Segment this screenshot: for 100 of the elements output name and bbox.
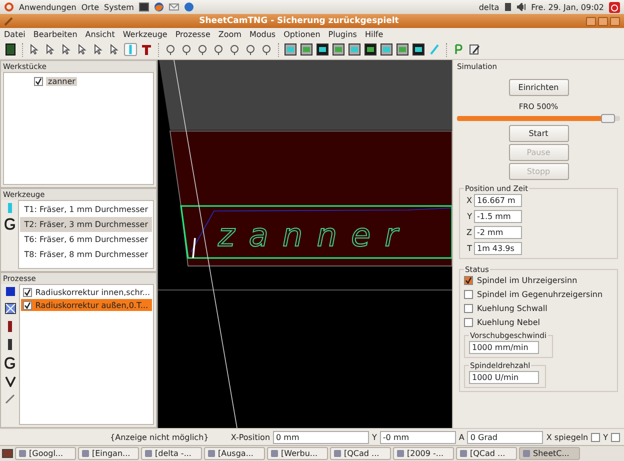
app-icon (334, 450, 341, 457)
position-field[interactable]: 1m 43.9s (474, 242, 522, 255)
view-icon[interactable] (364, 43, 377, 56)
taskbar-button[interactable]: [2009 -... (393, 447, 454, 460)
pointer-icon[interactable] (108, 43, 121, 56)
checkbox-label: Kuehlung Nebel (477, 318, 540, 327)
app-icon (523, 450, 530, 457)
logo-icon[interactable] (4, 2, 14, 12)
axis-label: Z (466, 228, 472, 237)
operation-icon[interactable] (244, 43, 257, 56)
browser-icon[interactable] (154, 2, 164, 12)
checkbox[interactable] (611, 432, 620, 442)
process-item[interactable]: Radiuskorrektur außen,0.T... (21, 299, 152, 311)
menu-item[interactable]: Prozesse (175, 30, 210, 38)
operation-icon[interactable] (196, 43, 209, 56)
checkbox[interactable] (23, 300, 32, 310)
gcode-icon[interactable] (4, 357, 16, 369)
taskbar-button[interactable]: SheetC... (519, 447, 580, 460)
operation-icon[interactable] (228, 43, 241, 56)
view-icon[interactable] (332, 43, 345, 56)
checkbox[interactable] (34, 76, 43, 86)
view-icon[interactable] (412, 43, 425, 56)
view-icon[interactable] (300, 43, 313, 56)
menu-item[interactable]: Modus (249, 30, 276, 38)
save-icon[interactable] (4, 43, 17, 56)
pointer-icon[interactable] (44, 43, 57, 56)
workpiece-item[interactable]: zanner (46, 76, 78, 86)
pointer-icon[interactable] (76, 43, 89, 56)
view-icon[interactable] (380, 43, 393, 56)
checkbox[interactable] (464, 276, 473, 285)
panel-menu[interactable]: Anwendungen (19, 2, 76, 12)
axis-label: T (466, 244, 472, 253)
volume-icon[interactable] (517, 3, 526, 11)
operation-icon[interactable] (212, 43, 225, 56)
slider-handle[interactable] (601, 114, 616, 123)
view-icon[interactable] (348, 43, 361, 56)
tool-item[interactable]: T1: Fräser, 1 mm Durchmesser (20, 202, 152, 217)
taskbar-button[interactable]: [QCad ... (330, 447, 391, 460)
terminal-icon[interactable] (138, 2, 149, 12)
y-position-field[interactable]: -0 mm (380, 430, 456, 444)
mail-icon[interactable] (168, 2, 179, 12)
checkbox[interactable] (23, 288, 32, 296)
crossed-square-icon[interactable] (4, 303, 16, 314)
taskbar-button[interactable]: [Googl... (15, 447, 76, 460)
taskbar-button[interactable]: [delta -... (141, 447, 202, 460)
simulation-button[interactable]: Start (508, 125, 568, 142)
menu-item[interactable]: Werkzeuge (122, 30, 168, 38)
setup-button[interactable]: Einrichten (508, 79, 568, 96)
menu-item[interactable]: Datei (4, 30, 26, 38)
position-field[interactable]: 16.667 m (474, 194, 522, 207)
taskbar-button[interactable]: [QCad ... (456, 447, 517, 460)
feed-field[interactable]: 1000 mm/min (469, 341, 539, 354)
checkbox[interactable] (464, 290, 473, 299)
checkbox-label: Spindel im Uhrzeigersinn (477, 276, 578, 285)
edit-icon[interactable] (468, 43, 481, 56)
checkbox[interactable] (464, 318, 473, 327)
menu-item[interactable]: Optionen (284, 30, 320, 38)
pointer-icon[interactable] (28, 43, 41, 56)
x-position-field[interactable]: 0 mm (273, 430, 370, 444)
view-icon[interactable] (284, 43, 297, 56)
clock[interactable]: Fre. 29. Jan, 09:02 (531, 2, 604, 12)
angle-field[interactable]: 0 Grad (467, 430, 544, 444)
checkbox[interactable] (464, 304, 473, 313)
tool-item[interactable]: T6: Fräser, 6 mm Durchmesser (20, 232, 152, 247)
window-title: SheetCamTNG - Sicherung zurückgespielt (198, 16, 400, 26)
menu-item[interactable]: Plugins (328, 30, 357, 38)
line-icon[interactable] (5, 394, 16, 404)
menu-item[interactable]: Zoom (218, 30, 242, 38)
menu-item[interactable]: Ansicht (85, 30, 115, 38)
panel-menu[interactable]: Orte (81, 2, 100, 12)
view-icon[interactable] (396, 43, 409, 56)
status-message: {Anzeige nicht möglich} (110, 432, 210, 442)
v-carve-icon[interactable] (4, 376, 16, 387)
3d-viewport[interactable]: zanner (157, 60, 452, 428)
pointer-icon[interactable] (92, 43, 105, 56)
power-icon[interactable] (609, 2, 620, 12)
menu-item[interactable]: Bearbeiten (33, 30, 78, 38)
tool-item[interactable]: T8: Fräser, 8 mm Durchmesser (20, 247, 152, 262)
taskbar-button[interactable]: [Eingan... (78, 447, 139, 460)
taskbar-button[interactable]: [Ausga... (204, 447, 265, 460)
text-tool-icon[interactable] (140, 43, 153, 56)
pencil-icon (4, 16, 14, 26)
position-field[interactable]: -2 mm (474, 226, 522, 239)
menu-item[interactable]: Hilfe (364, 30, 384, 38)
axis-label: X (466, 196, 472, 205)
operation-icon[interactable] (260, 43, 273, 56)
user-name: delta (478, 2, 500, 12)
operation-icon[interactable] (180, 43, 193, 56)
process-item[interactable]: Radiuskorrektur innen,schr... (21, 286, 152, 298)
operation-icon[interactable] (164, 43, 177, 56)
gcode-icon[interactable] (4, 218, 16, 230)
field-label: A (458, 432, 464, 442)
tool-item[interactable]: T2: Fräser, 3 mm Durchmesser (20, 217, 152, 232)
position-field[interactable]: -1.5 mm (474, 210, 522, 223)
spindle-field[interactable]: 1000 U/min (469, 371, 539, 384)
taskbar-button[interactable]: [Werbu... (267, 447, 328, 460)
panel-menu[interactable]: System (104, 2, 134, 12)
view-icon[interactable] (316, 43, 329, 56)
checkbox[interactable] (591, 432, 600, 442)
pointer-icon[interactable] (60, 43, 73, 56)
